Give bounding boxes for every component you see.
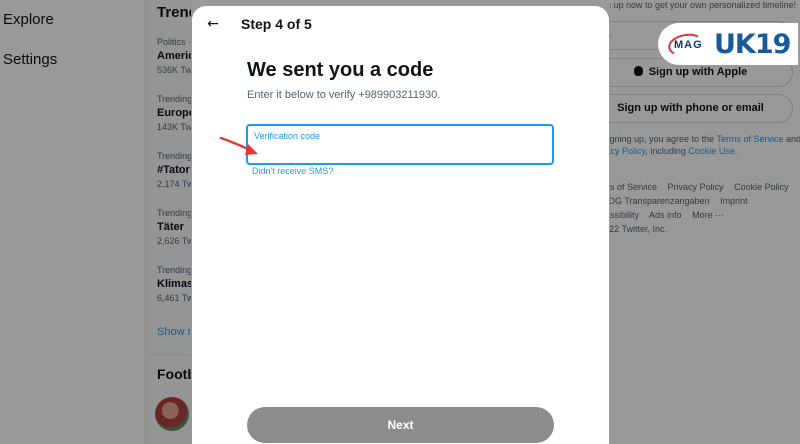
annotation-arrow-icon: [219, 136, 258, 155]
verification-modal: ← Step 4 of 5 We sent you a code Enter i…: [192, 6, 609, 444]
logo-prefix: MAG: [674, 39, 703, 51]
next-button[interactable]: Next: [247, 407, 554, 443]
verification-code-field[interactable]: Verification code: [246, 124, 554, 165]
modal-heading: We sent you a code: [247, 59, 434, 81]
modal-subtext: Enter it below to verify +989903211930.: [247, 89, 441, 101]
back-arrow-icon[interactable]: ←: [202, 14, 224, 36]
resend-sms-link[interactable]: Didn't receive SMS?: [252, 166, 333, 176]
step-indicator: Step 4 of 5: [241, 16, 312, 32]
verification-code-input[interactable]: [253, 144, 543, 160]
logo-text: UK19: [714, 29, 791, 60]
watermark-logo: MAG UK19: [658, 23, 798, 65]
